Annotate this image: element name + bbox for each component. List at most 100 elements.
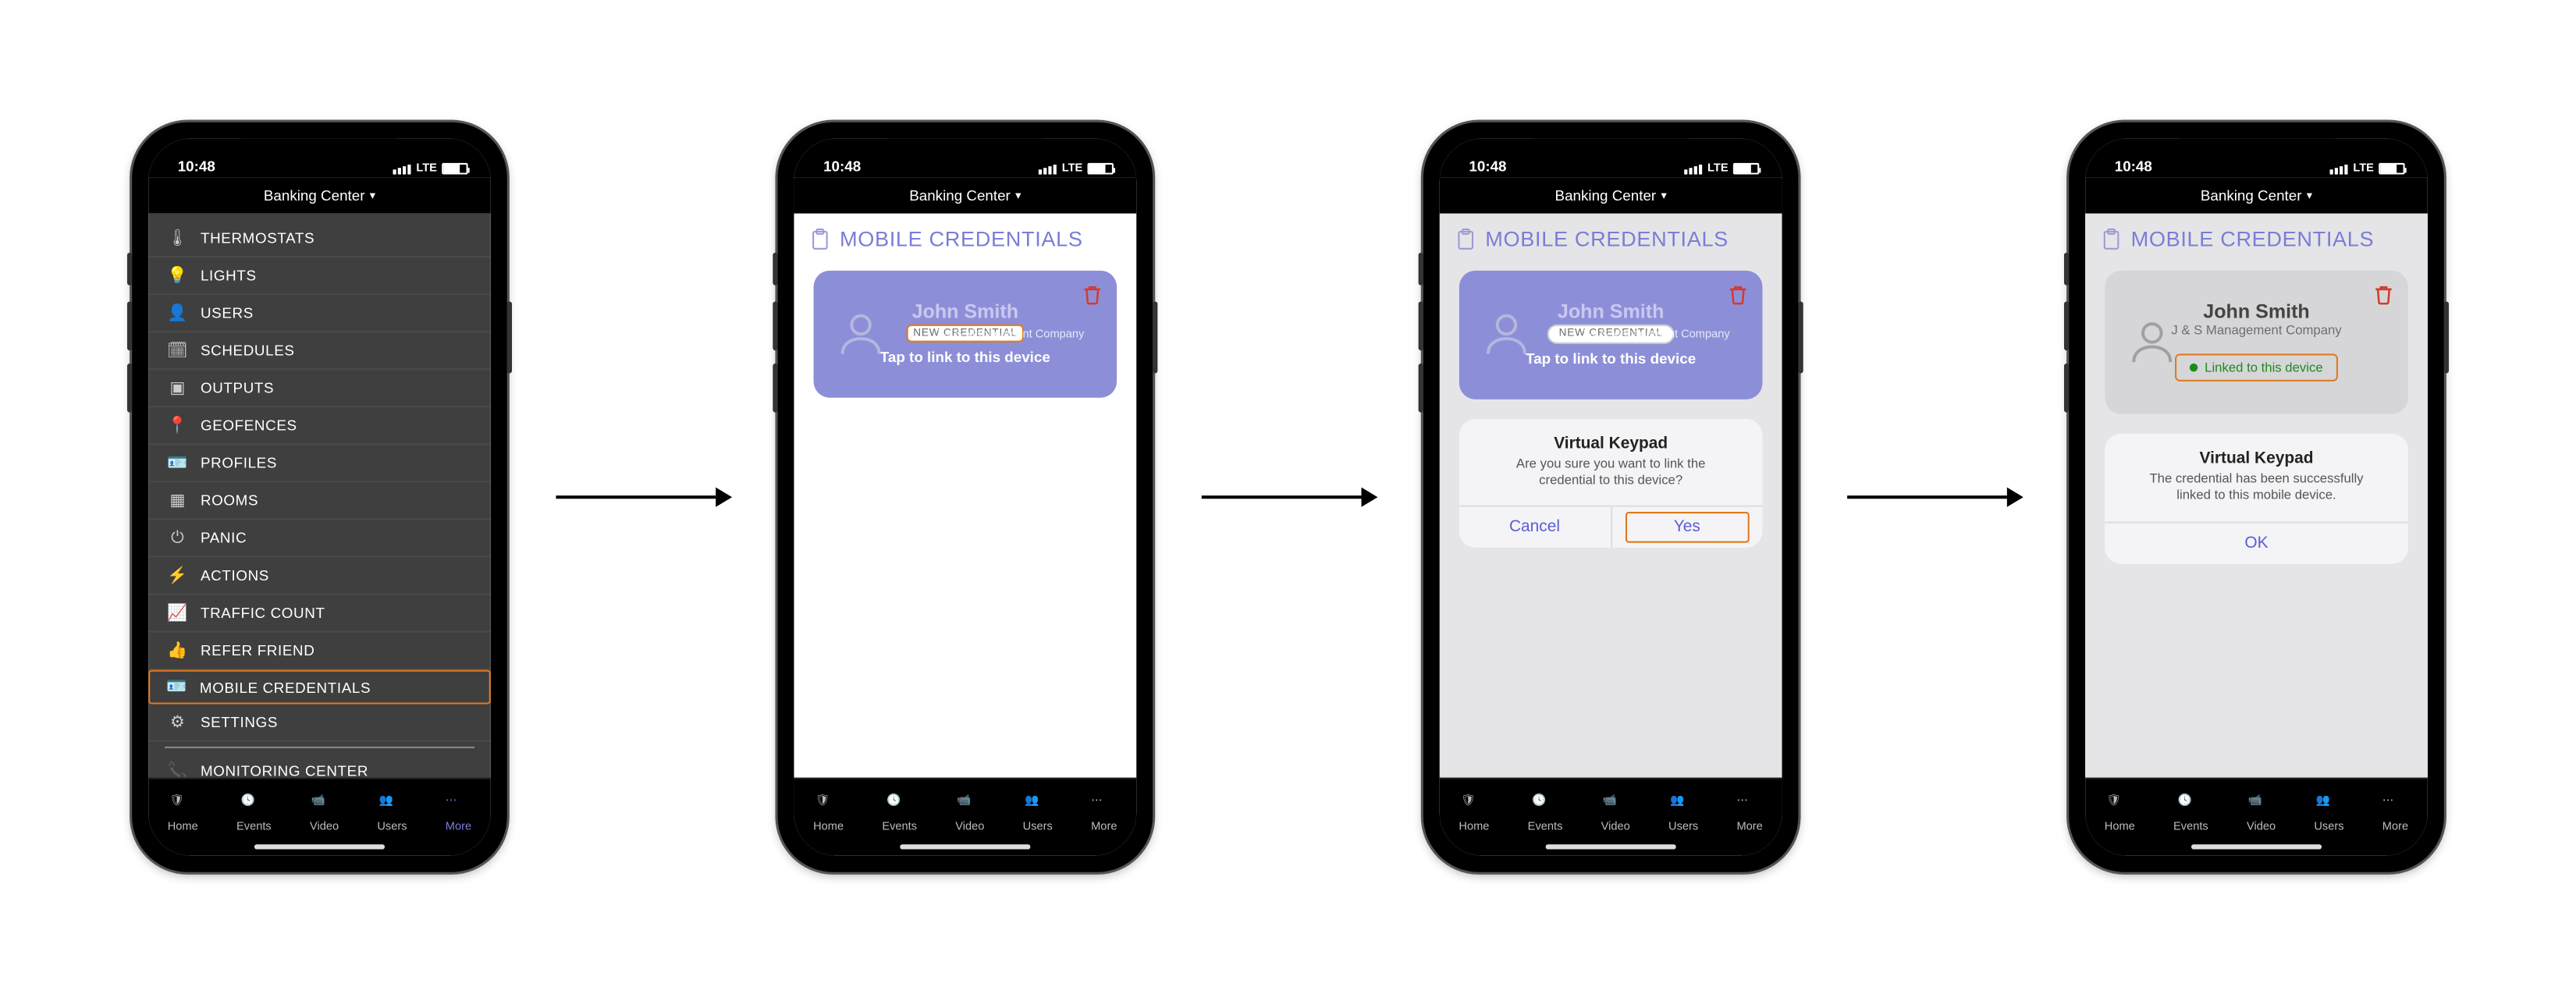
mobile-credentials-header: MOBILE CREDENTIALS <box>794 214 1136 257</box>
signal-bars-icon <box>2330 164 2348 174</box>
tab-more[interactable]: ⋯More <box>1091 793 1117 832</box>
tab-events[interactable]: 🕓Events <box>1528 793 1563 832</box>
tab-video[interactable]: 📹Video <box>2247 793 2276 832</box>
chevron-down-icon: ▾ <box>1661 189 1666 202</box>
signal-bars-icon <box>393 164 411 174</box>
flow-arrow <box>1199 481 1378 513</box>
signal-bars-icon <box>1039 164 1057 174</box>
title-bar[interactable]: Banking Center▾ <box>794 178 1136 214</box>
clock-icon: 🕓 <box>1532 793 1558 818</box>
menu-profiles[interactable]: 🪪PROFILES <box>148 445 491 482</box>
status-dot-icon <box>2190 364 2198 371</box>
title-bar[interactable]: Banking Center ▾ <box>148 178 491 214</box>
tab-users[interactable]: 👥Users <box>2314 793 2343 832</box>
users-icon: 👥 <box>379 793 405 818</box>
tab-home[interactable]: 🛡Home <box>2105 793 2135 832</box>
cancel-button[interactable]: Cancel <box>1459 507 1610 548</box>
tab-events[interactable]: 🕓Events <box>882 793 917 832</box>
tab-users[interactable]: 👥Users <box>1668 793 1698 832</box>
menu-outputs[interactable]: ▣OUTPUTS <box>148 370 491 407</box>
user-icon: 👤 <box>168 304 187 323</box>
tab-more[interactable]: ⋯More <box>2382 793 2408 832</box>
location-title: Banking Center <box>2201 187 2302 204</box>
rooms-icon: ▦ <box>168 491 187 510</box>
phone-notch <box>2178 139 2335 172</box>
credential-company: J & S Management Company <box>2124 323 2388 338</box>
menu-lights[interactable]: 💡LIGHTS <box>148 257 491 295</box>
bulb-icon: 💡 <box>168 266 187 286</box>
tab-video[interactable]: 📹Video <box>955 793 984 832</box>
credential-card-linked[interactable]: John Smith J & S Management Company Link… <box>2105 271 2408 414</box>
tab-events[interactable]: 🕓Events <box>236 793 272 832</box>
trash-icon[interactable] <box>2372 284 2395 307</box>
tab-users[interactable]: 👥Users <box>377 793 407 832</box>
menu-monitoring-center[interactable]: 📞MONITORING CENTER <box>148 753 491 777</box>
menu-divider <box>165 747 474 748</box>
home-indicator <box>1546 844 1676 849</box>
thumb-icon: 👍 <box>168 641 187 660</box>
more-icon: ⋯ <box>1736 793 1762 818</box>
phone-step-4: 10:48 LTE Banking Center▾ MOBILE CREDENT… <box>2069 122 2444 872</box>
menu-refer-friend[interactable]: 👍REFER FRIEND <box>148 633 491 670</box>
tab-events[interactable]: 🕓Events <box>2173 793 2208 832</box>
flow-arrow <box>553 481 732 513</box>
panic-icon: ⏻ <box>168 528 187 548</box>
chevron-down-icon: ▾ <box>370 189 375 202</box>
tab-more[interactable]: ⋯More <box>1736 793 1762 832</box>
more-menu: 🌡THERMOSTATS 💡LIGHTS 👤USERS 🗓SCHEDULES ▣… <box>148 214 491 778</box>
carrier-label: LTE <box>1062 163 1083 175</box>
menu-users[interactable]: 👤USERS <box>148 295 491 332</box>
alert-message: Are you sure you want to link the creden… <box>1459 456 1763 506</box>
tab-home[interactable]: 🛡Home <box>813 793 844 832</box>
ok-button[interactable]: OK <box>2105 523 2408 563</box>
pin-icon: 📍 <box>168 416 187 435</box>
menu-schedules[interactable]: 🗓SCHEDULES <box>148 332 491 370</box>
success-alert: Virtual Keypad The credential has been s… <box>2105 434 2408 564</box>
chart-icon: 📈 <box>168 603 187 623</box>
battery-icon <box>1733 163 1759 175</box>
menu-geofences[interactable]: 📍GEOFENCES <box>148 407 491 445</box>
menu-rooms[interactable]: ▦ROOMS <box>148 482 491 520</box>
title-bar[interactable]: Banking Center▾ <box>1440 178 1782 214</box>
credential-company: J & S Management Company <box>935 329 1084 341</box>
title-bar[interactable]: Banking Center▾ <box>2085 178 2428 214</box>
credential-card[interactable]: John Smith NEW CREDENTIAL J & S Manageme… <box>814 271 1117 398</box>
clipboard-icon <box>1456 227 1476 250</box>
battery-icon <box>2379 163 2404 175</box>
tab-more[interactable]: ⋯More <box>446 793 471 832</box>
tab-users[interactable]: 👥Users <box>1023 793 1053 832</box>
trash-icon[interactable] <box>1081 284 1103 307</box>
mobile-credentials-header: MOBILE CREDENTIALS <box>2085 214 2428 257</box>
status-time: 10:48 <box>1469 158 1506 175</box>
tab-home[interactable]: 🛡Home <box>1459 793 1489 832</box>
yes-button[interactable]: Yes <box>1610 507 1762 548</box>
avatar-icon <box>837 308 886 357</box>
menu-settings[interactable]: ⚙SETTINGS <box>148 705 491 742</box>
tab-home[interactable]: 🛡Home <box>168 793 198 832</box>
clipboard-icon <box>2102 227 2121 250</box>
users-icon: 👥 <box>1025 793 1050 818</box>
menu-actions[interactable]: ⚡ACTIONS <box>148 558 491 595</box>
menu-traffic-count[interactable]: 📈TRAFFIC COUNT <box>148 595 491 633</box>
linked-label: Linked to this device <box>2205 360 2322 375</box>
menu-mobile-credentials[interactable]: 🪪MOBILE CREDENTIALS <box>148 670 491 705</box>
phone-icon: 📞 <box>168 761 187 778</box>
clock-icon: 🕓 <box>2178 793 2204 818</box>
flow-arrow <box>1844 481 2023 513</box>
menu-panic[interactable]: ⏻PANIC <box>148 520 491 557</box>
workflow-diagram: 10:48 LTE Banking Center ▾ 🌡THERMOSTATS … <box>0 0 2576 994</box>
users-icon: 👥 <box>2316 793 2342 818</box>
credential-card[interactable]: John Smith NEW CREDENTIAL J & S Manageme… <box>1459 271 1763 399</box>
gear-icon: ⚙ <box>168 712 187 732</box>
location-title: Banking Center <box>264 187 365 204</box>
carrier-label: LTE <box>2353 163 2374 175</box>
more-icon: ⋯ <box>1091 793 1117 818</box>
more-icon: ⋯ <box>2382 793 2408 818</box>
menu-thermostats[interactable]: 🌡THERMOSTATS <box>148 220 491 257</box>
video-icon: 📹 <box>311 793 337 818</box>
status-time: 10:48 <box>2115 158 2152 175</box>
tab-video[interactable]: 📹Video <box>310 793 339 832</box>
tab-video[interactable]: 📹Video <box>1601 793 1630 832</box>
trash-icon[interactable] <box>1727 284 1750 307</box>
video-icon: 📹 <box>957 793 982 818</box>
